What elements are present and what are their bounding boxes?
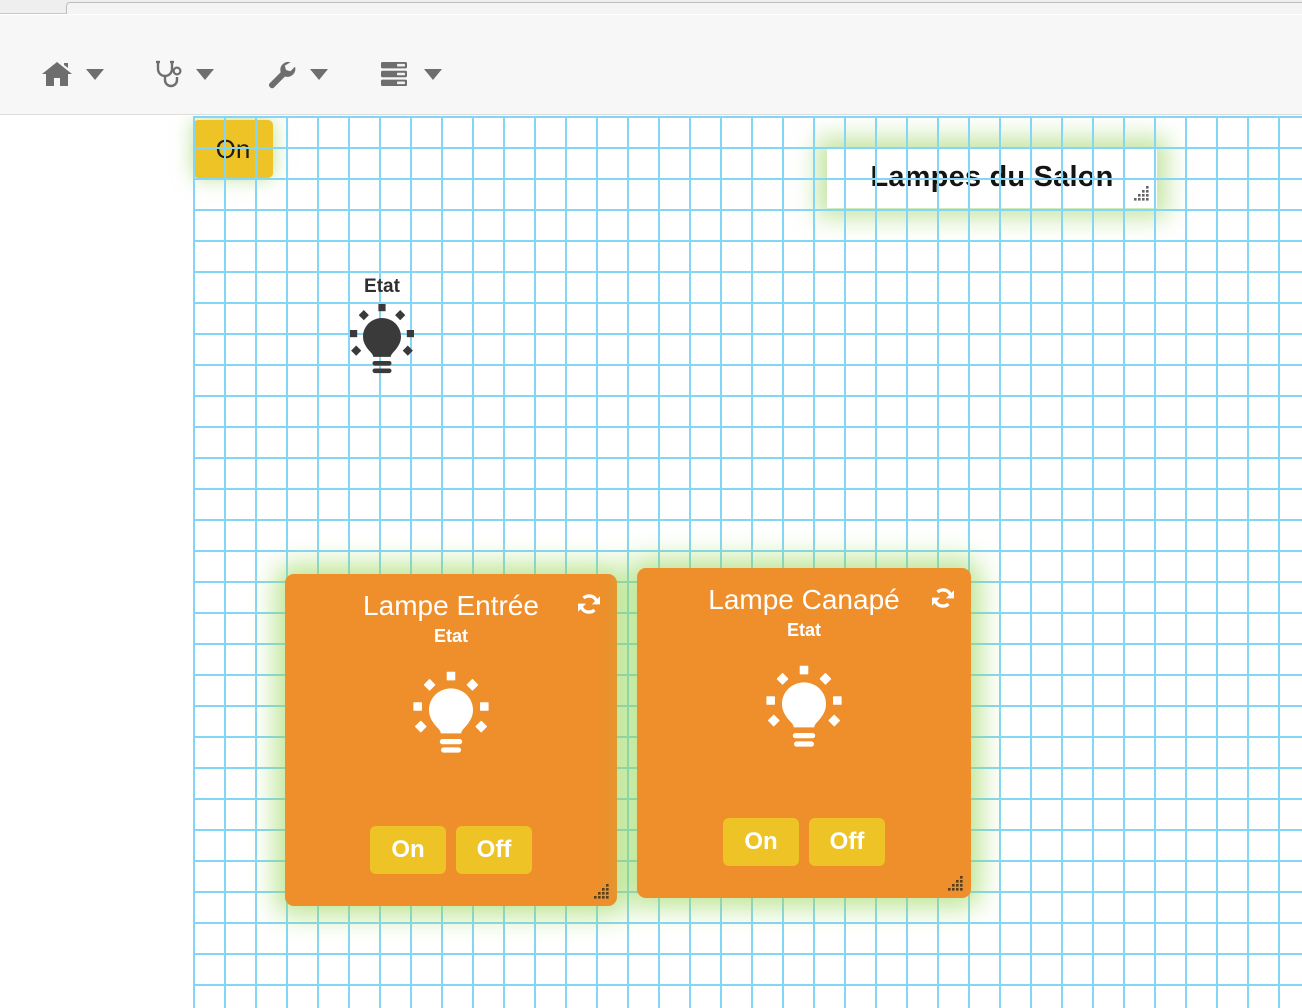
design-canvas[interactable]: On Lampes du Salon Etat Lampe Entrée Eta…: [0, 116, 1302, 1008]
widget-lamp-card-canape[interactable]: Lampe Canapé Etat On Off: [637, 568, 971, 898]
chevron-down-icon: [86, 68, 104, 80]
server-icon: [378, 59, 412, 89]
widget-lamp-card-entree[interactable]: Lampe Entrée Etat On Off: [285, 574, 617, 906]
free-state-label: Etat: [364, 276, 400, 297]
lamp-off-button[interactable]: Off: [456, 826, 532, 874]
chevron-down-icon: [196, 68, 214, 80]
card-header: Lampe Canapé: [651, 578, 957, 622]
card-state-label: Etat: [433, 626, 468, 646]
resize-grip-icon[interactable]: [1128, 184, 1150, 202]
resize-grip-icon[interactable]: [942, 874, 964, 892]
app-toolbar: [0, 15, 1302, 115]
browser-tab-edge: [66, 2, 1302, 14]
widget-free-state[interactable]: Etat: [340, 276, 424, 386]
toolbar-item-server[interactable]: [378, 59, 442, 89]
card-title: Lampe Canapé: [708, 584, 900, 615]
lamp-on-button[interactable]: On: [370, 826, 446, 874]
stethoscope-icon: [150, 59, 184, 89]
lamp-off-button[interactable]: Off: [809, 818, 885, 866]
card-state-label: Etat: [786, 620, 821, 640]
refresh-icon[interactable]: [575, 590, 603, 618]
lightbulb-icon: [299, 663, 603, 771]
card-actions: On Off: [637, 818, 971, 866]
lightbulb-icon: [340, 302, 424, 387]
lightbulb-icon: [651, 657, 957, 765]
widget-standalone-on-button[interactable]: On: [193, 120, 273, 178]
widget-title-panel[interactable]: Lampes du Salon: [827, 147, 1157, 208]
chevron-down-icon: [424, 68, 442, 80]
chevron-down-icon: [310, 68, 328, 80]
toolbar-item-home[interactable]: [40, 59, 104, 89]
resize-grip-icon[interactable]: [588, 882, 610, 900]
page-title: Lampes du Salon: [870, 161, 1114, 193]
wrench-icon: [264, 59, 298, 89]
card-actions: On Off: [285, 826, 617, 874]
refresh-icon[interactable]: [929, 584, 957, 612]
browser-chrome-strip: [0, 0, 1302, 14]
standalone-on-button[interactable]: On: [193, 120, 273, 178]
card-header: Lampe Entrée: [299, 584, 603, 628]
home-icon: [40, 59, 74, 89]
card-title: Lampe Entrée: [363, 590, 539, 621]
toolbar-item-diagnostic[interactable]: [150, 59, 214, 89]
toolbar-item-tools[interactable]: [264, 59, 328, 89]
lamp-on-button[interactable]: On: [723, 818, 799, 866]
